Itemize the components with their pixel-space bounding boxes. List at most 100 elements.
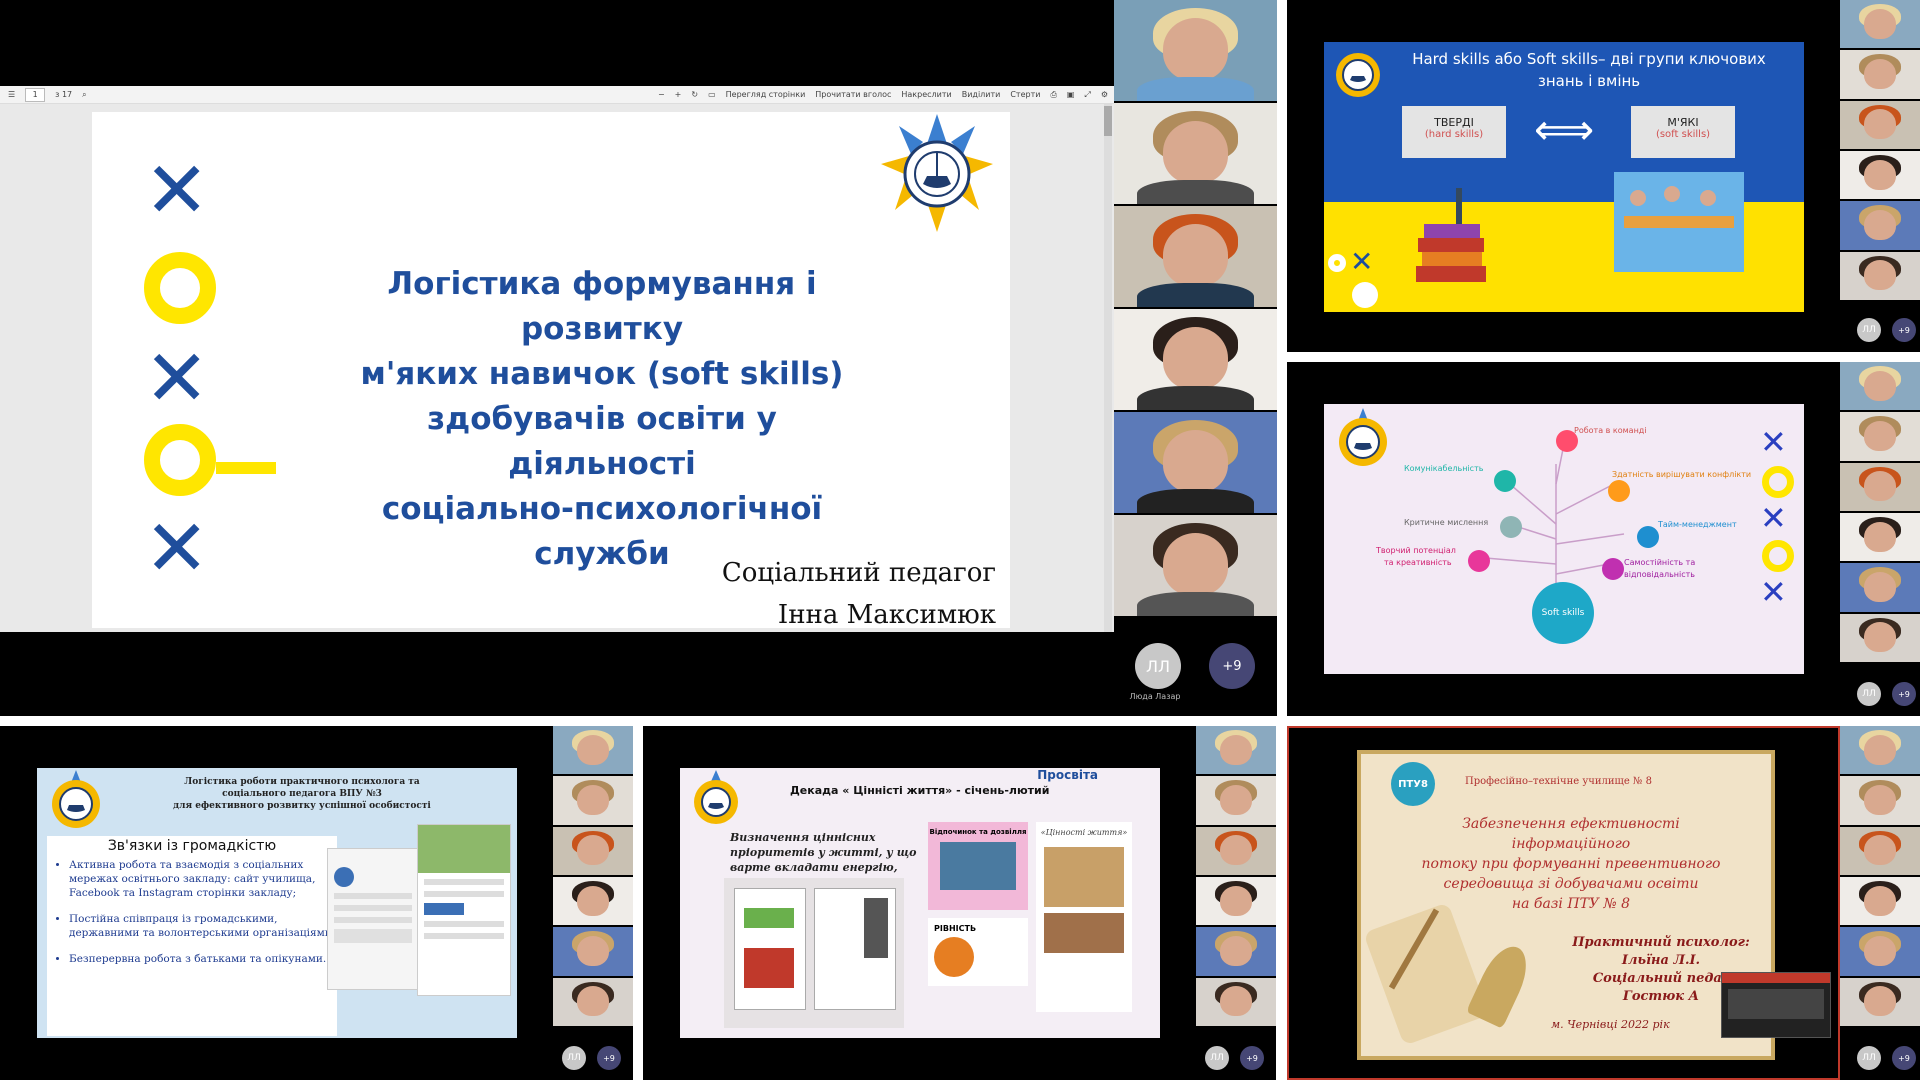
- participant-video[interactable]: [1114, 515, 1277, 616]
- participant-video[interactable]: [1840, 876, 1920, 926]
- print-icon[interactable]: ⎙: [1050, 90, 1056, 100]
- rotate-icon[interactable]: ↻: [691, 90, 698, 99]
- x-mark-icon: ✕: [1350, 245, 1374, 278]
- school-name: Професійно–технічне училище № 8: [1465, 776, 1652, 787]
- participant-video[interactable]: [1114, 0, 1277, 101]
- participant-video[interactable]: [553, 726, 633, 775]
- more-participants-button[interactable]: +9: [1892, 682, 1916, 706]
- participant-video[interactable]: [1840, 462, 1920, 511]
- participant-video[interactable]: [553, 927, 633, 976]
- participant-video[interactable]: [1196, 977, 1276, 1026]
- participant-video[interactable]: [1114, 103, 1277, 204]
- x-mark-icon: ✕: [1760, 573, 1787, 611]
- video-tile[interactable]: Просвіта Декада « Цінністі життя» - січе…: [643, 726, 1276, 1080]
- video-tile-main[interactable]: ☰ 1 з 17 ⌕ − + ↻ ▭ Перегляд сторінки Про…: [0, 0, 1277, 716]
- participant-avatar[interactable]: ЛЛ: [1857, 682, 1881, 706]
- facebook-screenshot: [417, 824, 511, 996]
- page-input[interactable]: 1: [25, 87, 46, 102]
- mind-map-node: [1500, 516, 1522, 538]
- participant-video[interactable]: [1196, 876, 1276, 926]
- participant-video[interactable]: [1840, 251, 1920, 300]
- more-participants-button[interactable]: +9: [1892, 1046, 1916, 1070]
- participant-avatar[interactable]: ЛЛ: [1205, 1046, 1229, 1070]
- participant-video[interactable]: [553, 977, 633, 1026]
- page-view-button[interactable]: Перегляд сторінки: [726, 90, 806, 99]
- read-aloud-button[interactable]: Прочитати вголос: [815, 90, 891, 99]
- save-icon[interactable]: ▣: [1067, 90, 1075, 99]
- participant-video[interactable]: [1840, 100, 1920, 149]
- pdf-toolbar: ☰ 1 з 17 ⌕ − + ↻ ▭ Перегляд сторінки Про…: [0, 86, 1114, 104]
- participant-video[interactable]: [1840, 563, 1920, 612]
- participant-video[interactable]: [1840, 50, 1920, 99]
- participant-video[interactable]: [1840, 927, 1920, 976]
- participant-video[interactable]: [1840, 512, 1920, 562]
- expand-icon[interactable]: ⤢: [1084, 90, 1090, 100]
- participant-video[interactable]: [1196, 927, 1276, 976]
- participant-video[interactable]: [1196, 826, 1276, 875]
- more-participants-button[interactable]: +9: [1892, 318, 1916, 342]
- screen-share: Soft skills Робота в команді Комунікабел…: [1287, 362, 1840, 716]
- more-participants-button[interactable]: +9: [1240, 1046, 1264, 1070]
- hard-skills-box: ТВЕРДІ (hard skills): [1402, 106, 1506, 158]
- city-year: м. Чернівці 2022 рік: [1551, 1018, 1670, 1031]
- participant-video[interactable]: [1114, 206, 1277, 307]
- school-logo: [41, 770, 111, 836]
- participant-video[interactable]: [1840, 726, 1920, 775]
- fit-icon[interactable]: ▭: [708, 90, 716, 99]
- participant-video[interactable]: [1840, 826, 1920, 875]
- mind-map-label: Творчий потенціал: [1376, 546, 1456, 555]
- scrollbar[interactable]: [1104, 104, 1112, 632]
- video-tile[interactable]: Hard skills або Soft skills– дві групи к…: [1287, 0, 1920, 352]
- participant-video[interactable]: [1196, 776, 1276, 825]
- x-mark-icon: ✕: [1760, 423, 1787, 461]
- screen-share: Hard skills або Soft skills– дві групи к…: [1287, 0, 1840, 352]
- draw-button[interactable]: Накреслити: [901, 90, 951, 99]
- participant-video[interactable]: [1840, 776, 1920, 825]
- participant-video[interactable]: [1114, 412, 1277, 513]
- erase-button[interactable]: Стерти: [1010, 90, 1040, 99]
- mini-preview-window[interactable]: [1721, 972, 1831, 1038]
- video-tile[interactable]: Логістика роботи практичного психолога т…: [0, 726, 633, 1080]
- participant-video[interactable]: [553, 876, 633, 926]
- team-illustration: [1614, 172, 1744, 272]
- x-mark-icon: ✕: [144, 334, 210, 424]
- participant-avatar[interactable]: ЛЛ: [1857, 318, 1881, 342]
- search-icon[interactable]: ⌕: [82, 90, 86, 100]
- participant-video[interactable]: [1196, 726, 1276, 775]
- circle-mark-icon: [1762, 466, 1794, 498]
- participant-video[interactable]: [1840, 201, 1920, 250]
- video-tile[interactable]: Soft skills Робота в команді Комунікабел…: [1287, 362, 1920, 716]
- mind-map-label: та креативність: [1384, 558, 1452, 567]
- highlight-button[interactable]: Виділити: [962, 90, 1001, 99]
- instagram-screenshot: [327, 848, 419, 990]
- participant-video[interactable]: [1114, 309, 1277, 410]
- video-tile-active-speaker[interactable]: ПТУ8 Професійно–технічне училище № 8 Заб…: [1287, 726, 1920, 1080]
- participant-name: Люда Лазар: [1129, 692, 1181, 701]
- x-mark-icon: ✕: [1760, 499, 1787, 537]
- participant-avatar[interactable]: ЛЛ: [562, 1046, 586, 1070]
- participant-video[interactable]: [1840, 613, 1920, 662]
- mind-map-label: Робота в команді: [1574, 426, 1647, 435]
- scroll-illustration: [1363, 902, 1491, 1046]
- zoom-in-icon[interactable]: +: [675, 90, 682, 99]
- participant-video[interactable]: [1840, 977, 1920, 1026]
- participant-video[interactable]: [1840, 362, 1920, 411]
- more-participants-button[interactable]: +9: [1209, 643, 1255, 689]
- school-logo: [875, 114, 1000, 234]
- circle-mark-icon: [1328, 254, 1346, 272]
- more-participants-button[interactable]: +9: [597, 1046, 621, 1070]
- participant-camera-strip: [1840, 726, 1920, 1026]
- title-line: здобувачів освіти у діяльності: [427, 401, 777, 482]
- settings-icon[interactable]: ⚙: [1101, 90, 1108, 99]
- list-icon[interactable]: ☰: [8, 90, 15, 99]
- slide-page: Просвіта Декада « Цінністі життя» - січе…: [680, 768, 1160, 1038]
- screen-share: Просвіта Декада « Цінністі життя» - січе…: [643, 726, 1196, 1080]
- participant-video[interactable]: [553, 776, 633, 825]
- participant-avatar[interactable]: ЛЛ: [1135, 643, 1181, 689]
- participant-video[interactable]: [1840, 412, 1920, 461]
- participant-avatar[interactable]: ЛЛ: [1857, 1046, 1881, 1070]
- participant-video[interactable]: [553, 826, 633, 875]
- zoom-out-icon[interactable]: −: [658, 90, 665, 99]
- participant-video[interactable]: [1840, 0, 1920, 49]
- participant-video[interactable]: [1840, 150, 1920, 200]
